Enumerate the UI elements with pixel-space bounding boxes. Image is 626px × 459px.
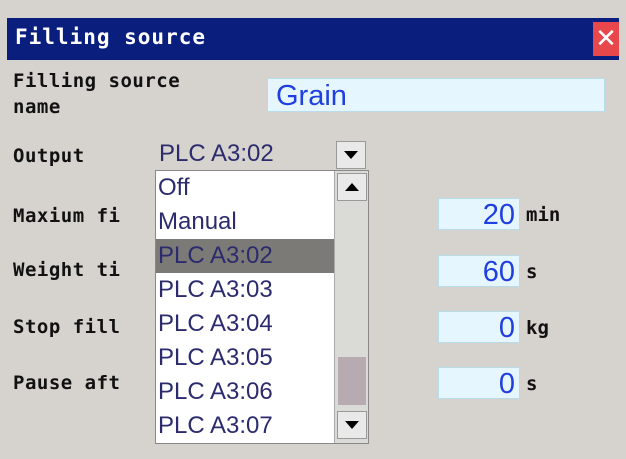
title-bar: Filling source ✕ bbox=[7, 18, 619, 60]
name-label-line2: name bbox=[13, 96, 61, 118]
filling-source-name-field[interactable]: Grain bbox=[267, 78, 605, 112]
name-label-line1: Filling source bbox=[13, 70, 181, 92]
option-item-selected[interactable]: PLC A3:02 bbox=[156, 239, 334, 273]
pause-after-unit: s bbox=[526, 373, 538, 395]
weight-time-label: Weight ti bbox=[13, 259, 121, 281]
max-filling-field[interactable]: 20 bbox=[438, 198, 520, 231]
option-item[interactable]: Off bbox=[156, 171, 334, 205]
scroll-thumb[interactable] bbox=[338, 357, 366, 405]
stop-filling-unit: kg bbox=[526, 317, 549, 339]
stop-filling-label: Stop fill bbox=[13, 316, 121, 338]
pause-after-label: Pause aft bbox=[13, 372, 121, 394]
dropdown-scrollbar[interactable] bbox=[334, 171, 368, 443]
output-select[interactable]: PLC A3:02 bbox=[155, 138, 369, 172]
arrow-down-icon bbox=[345, 421, 359, 429]
option-item[interactable]: PLC A3:06 bbox=[156, 375, 334, 409]
chevron-down-icon bbox=[344, 151, 358, 159]
option-item[interactable]: PLC A3:05 bbox=[156, 341, 334, 375]
window-title: Filling source bbox=[15, 25, 207, 49]
weight-time-unit: s bbox=[526, 261, 538, 283]
close-button[interactable]: ✕ bbox=[593, 22, 619, 56]
scroll-up-button[interactable] bbox=[337, 173, 367, 201]
arrow-up-icon bbox=[345, 183, 359, 191]
filling-source-window: Filling source ✕ Filling source name Gra… bbox=[0, 0, 626, 459]
output-label: Output bbox=[13, 145, 85, 167]
output-dropdown-button[interactable] bbox=[336, 141, 366, 169]
option-item[interactable]: PLC A3:04 bbox=[156, 307, 334, 341]
option-list: Off Manual PLC A3:02 PLC A3:03 PLC A3:04… bbox=[156, 171, 334, 443]
max-filling-unit: min bbox=[526, 204, 561, 226]
close-icon: ✕ bbox=[595, 24, 617, 54]
max-filling-label: Maxium fi bbox=[13, 205, 121, 227]
scroll-down-button[interactable] bbox=[337, 411, 367, 439]
stop-filling-field[interactable]: 0 bbox=[438, 311, 520, 344]
pause-after-field[interactable]: 0 bbox=[438, 367, 520, 400]
option-item[interactable]: Manual bbox=[156, 205, 334, 239]
option-item[interactable]: PLC A3:03 bbox=[156, 273, 334, 307]
output-select-value: PLC A3:02 bbox=[159, 140, 274, 167]
option-item[interactable]: PLC A3:07 bbox=[156, 409, 334, 443]
output-dropdown-list: Off Manual PLC A3:02 PLC A3:03 PLC A3:04… bbox=[155, 170, 369, 444]
weight-time-field[interactable]: 60 bbox=[438, 255, 520, 288]
